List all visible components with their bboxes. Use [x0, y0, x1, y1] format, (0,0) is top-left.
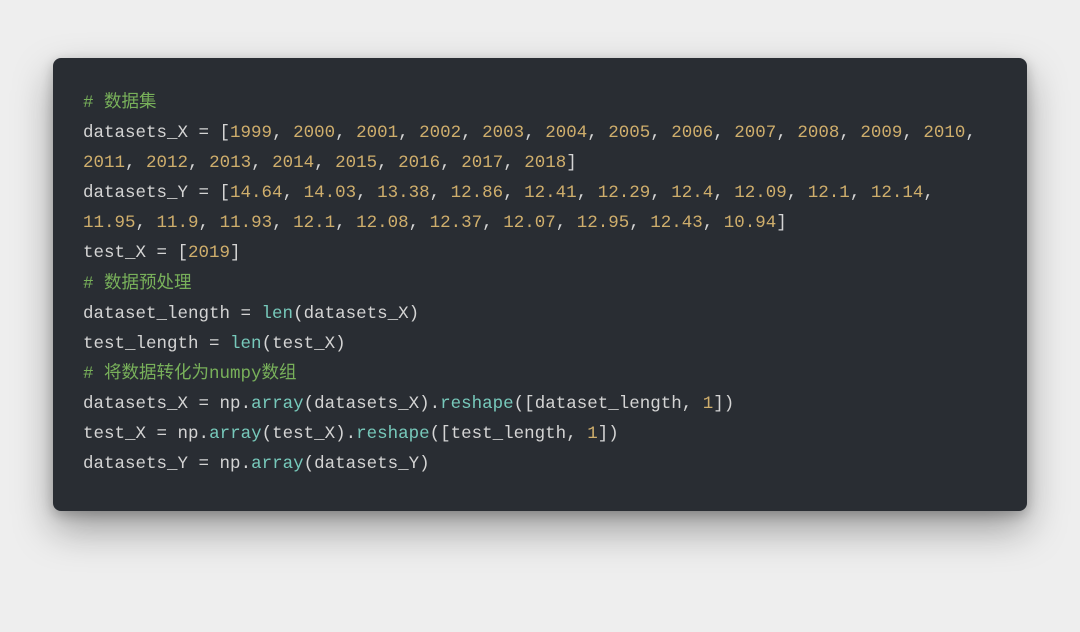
code-line: datasets_X = np.array(datasets_X).reshap… [83, 389, 997, 419]
code-block: # 数据集datasets_X = [1999, 2000, 2001, 200… [53, 58, 1027, 511]
code-line: # 数据集 [83, 88, 997, 118]
code-line: test_X = np.array(test_X).reshape([test_… [83, 419, 997, 449]
code-line: # 数据预处理 [83, 269, 997, 299]
code-line: test_length = len(test_X) [83, 329, 997, 359]
code-line: datasets_X = [1999, 2000, 2001, 2002, 20… [83, 118, 997, 178]
code-line: test_X = [2019] [83, 238, 997, 268]
code-line: dataset_length = len(datasets_X) [83, 299, 997, 329]
code-line: datasets_Y = [14.64, 14.03, 13.38, 12.86… [83, 178, 997, 238]
code-line: # 将数据转化为numpy数组 [83, 359, 997, 389]
code-line: datasets_Y = np.array(datasets_Y) [83, 449, 997, 479]
